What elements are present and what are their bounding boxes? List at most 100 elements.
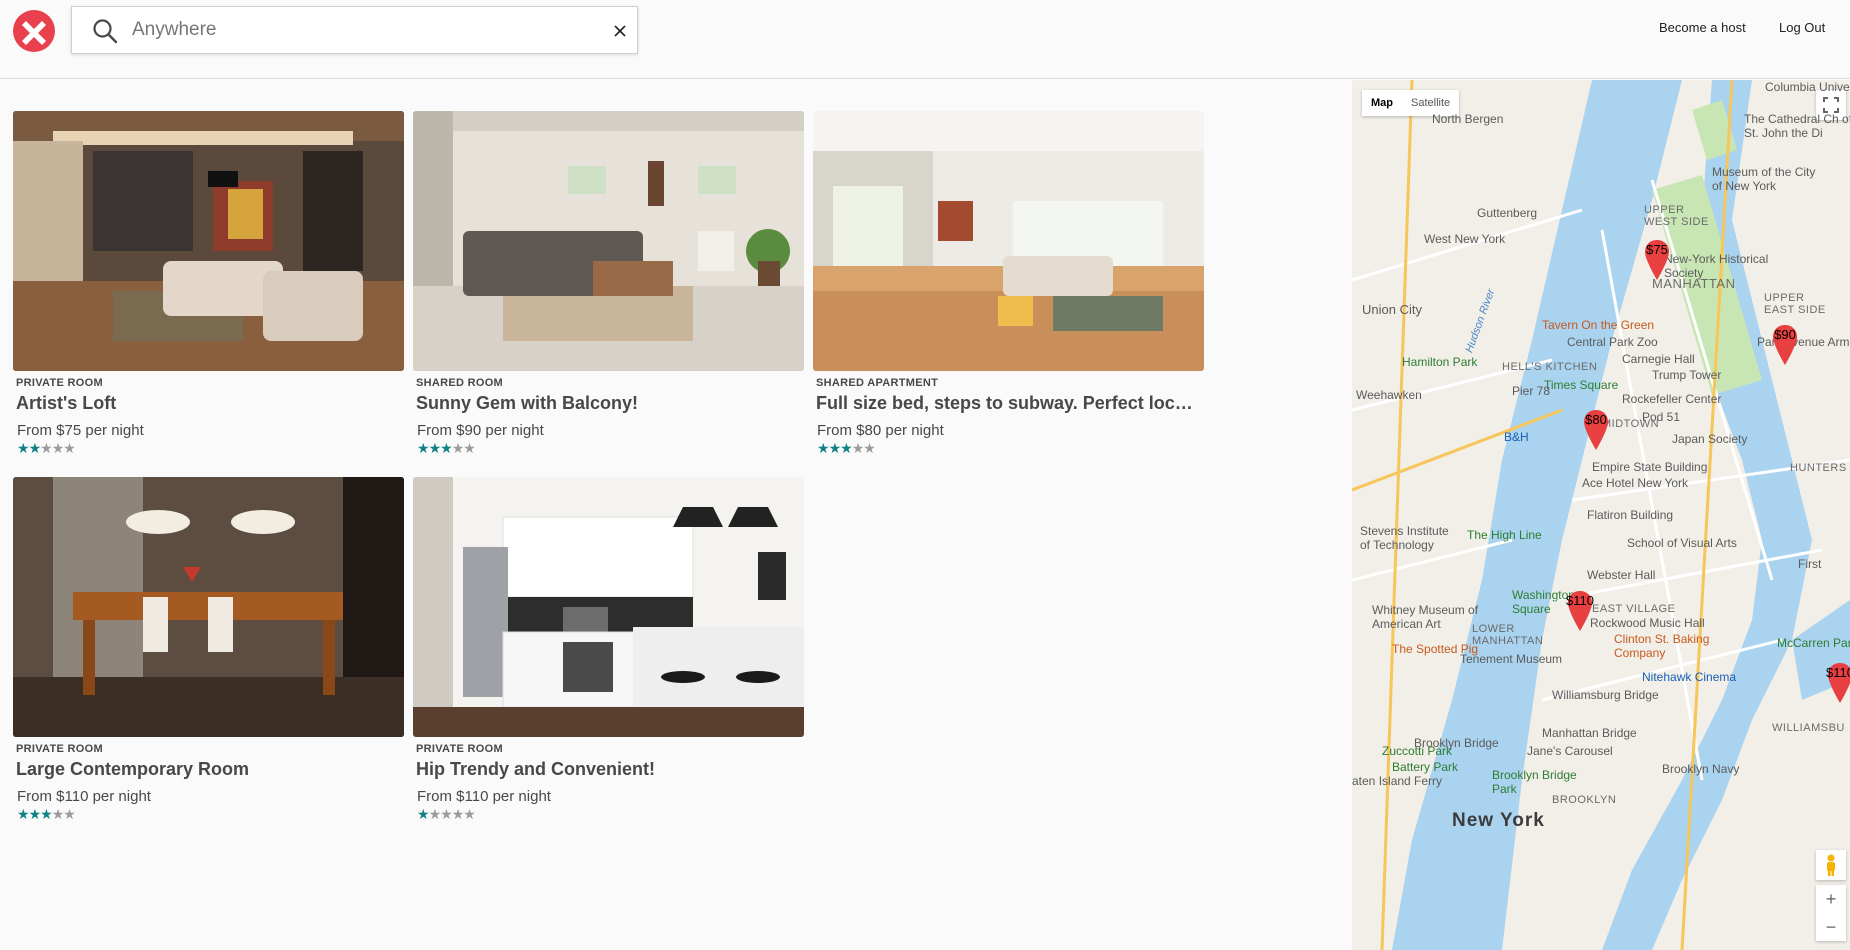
map-label: HELL'S KITCHEN — [1502, 361, 1598, 373]
listing-price: From $110 per night — [417, 788, 551, 805]
map-label: Williamsburg Bridge — [1552, 688, 1659, 702]
listing-price: From $75 per night — [17, 422, 144, 439]
listing-card[interactable]: PRIVATE ROOM Artist's Loft From $75 per … — [13, 111, 404, 471]
listing-photo[interactable] — [413, 477, 804, 737]
clear-search-icon[interactable] — [613, 24, 627, 38]
map-label: Columbia Univers — [1765, 80, 1850, 94]
star-rating: ★★★★★ — [417, 440, 476, 457]
star-empty-icon: ★ — [63, 806, 76, 822]
star-filled-icon: ★ — [417, 440, 430, 456]
become-host-link[interactable]: Become a host — [1659, 20, 1746, 35]
star-filled-icon: ★ — [817, 440, 830, 456]
listing-photo[interactable] — [813, 111, 1204, 371]
star-filled-icon: ★ — [40, 806, 53, 822]
listing-card[interactable]: PRIVATE ROOM Hip Trendy and Convenient! … — [413, 477, 804, 837]
map-label: Jane's Carousel — [1527, 744, 1613, 758]
map-label: Tenement Museum — [1460, 652, 1563, 666]
star-empty-icon: ★ — [463, 440, 476, 456]
map-label: School of Visual Arts — [1627, 536, 1737, 550]
map-label: Central Park Zoo — [1567, 335, 1658, 349]
map-type-map-button[interactable]: Map — [1362, 90, 1402, 116]
listing-title[interactable]: Hip Trendy and Convenient! — [416, 759, 802, 780]
map-label: Guttenberg — [1477, 206, 1538, 220]
star-empty-icon: ★ — [63, 440, 76, 456]
zoom-out-button[interactable]: − — [1816, 913, 1846, 941]
map-panel[interactable]: Map Satellite + − North Bergen Guttenber… — [1352, 80, 1850, 950]
map-label: Brooklyn Bridge — [1414, 736, 1499, 750]
listing-price: From $110 per night — [17, 788, 151, 805]
star-filled-icon: ★ — [417, 806, 430, 822]
listing-price: From $80 per night — [817, 422, 944, 439]
map-label: BROOKLYN — [1552, 794, 1617, 806]
search-bar — [71, 6, 638, 54]
star-filled-icon: ★ — [428, 440, 442, 456]
map-label: Museum of the City of New York — [1712, 165, 1816, 193]
search-icon — [93, 19, 118, 44]
map-label: Pod 51 — [1642, 410, 1681, 424]
star-empty-icon: ★ — [463, 806, 476, 822]
price-marker[interactable]: $80 — [1584, 410, 1608, 450]
map-label: Union City — [1362, 302, 1422, 317]
map-label: aten Island Ferry — [1352, 774, 1443, 788]
listing-title[interactable]: Artist's Loft — [16, 393, 402, 414]
map-label: Ace Hotel New York — [1582, 476, 1689, 490]
map-label: Carnegie Hall — [1622, 352, 1695, 366]
zoom-in-button[interactable]: + — [1816, 885, 1846, 913]
listing-title[interactable]: Large Contemporary Room — [16, 759, 402, 780]
marker-label: $75 — [1646, 242, 1668, 257]
listing-card[interactable]: SHARED APARTMENT Full size bed, steps to… — [813, 111, 1204, 471]
listing-room-type: PRIVATE ROOM — [416, 743, 503, 755]
map-label: New-York Historical Society — [1664, 252, 1769, 280]
map-label: Empire State Building — [1592, 460, 1708, 474]
map-label: Times Square — [1544, 378, 1619, 392]
listing-photo[interactable] — [13, 111, 404, 371]
star-filled-icon: ★ — [28, 440, 42, 456]
map-label: Webster Hall — [1587, 568, 1656, 582]
map-label: Trump Tower — [1652, 368, 1722, 382]
listing-room-type: PRIVATE ROOM — [16, 743, 103, 755]
map-label: North Bergen — [1432, 112, 1504, 126]
listing-title[interactable]: Sunny Gem with Balcony! — [416, 393, 802, 414]
star-empty-icon: ★ — [428, 806, 442, 822]
map-label: UPPER WEST SIDE — [1644, 204, 1709, 228]
x-logo-icon — [22, 21, 46, 45]
star-empty-icon: ★ — [863, 440, 876, 456]
price-marker[interactable]: $110 — [1826, 663, 1850, 703]
marker-label: $90 — [1774, 327, 1796, 342]
map-label: Japan Society — [1672, 432, 1748, 446]
listing-price: From $90 per night — [417, 422, 544, 439]
listing-title[interactable]: Full size bed, steps to subway. Perfect … — [816, 393, 1202, 414]
map-label: B&H — [1504, 430, 1529, 444]
logo-button[interactable] — [13, 10, 55, 52]
star-filled-icon: ★ — [828, 440, 842, 456]
map-label: First — [1798, 557, 1822, 571]
map-label: Manhattan Bridge — [1542, 726, 1637, 740]
map-label: Rockwood Music Hall — [1590, 616, 1705, 630]
listing-room-type: PRIVATE ROOM — [16, 377, 103, 389]
search-input[interactable] — [132, 15, 592, 45]
listing-photo[interactable] — [413, 111, 804, 371]
price-marker[interactable]: $90 — [1773, 325, 1797, 365]
star-rating: ★★★★★ — [817, 440, 876, 457]
map-label: The Cathedral Ch of St. John the Di — [1744, 112, 1850, 140]
logout-link[interactable]: Log Out — [1779, 20, 1825, 35]
star-empty-icon: ★ — [451, 440, 465, 456]
star-empty-icon: ★ — [51, 806, 65, 822]
map-label: LOWER MANHATTAN — [1472, 623, 1544, 647]
star-rating: ★★★★★ — [17, 806, 76, 823]
price-marker[interactable]: $110 — [1566, 591, 1594, 631]
map-label: Stevens Institute of Technology — [1360, 524, 1449, 552]
marker-label: $80 — [1585, 412, 1607, 427]
listing-card[interactable]: SHARED ROOM Sunny Gem with Balcony! From… — [413, 111, 804, 471]
star-rating: ★★★★★ — [17, 440, 76, 457]
price-marker[interactable]: $75 — [1645, 240, 1669, 280]
map-label: Tavern On the Green — [1542, 318, 1655, 332]
map-label: Hamilton Park — [1402, 355, 1478, 369]
map-label: Nitehawk Cinema — [1642, 670, 1737, 684]
street-view-pegman[interactable] — [1816, 850, 1846, 880]
listing-photo[interactable] — [13, 477, 404, 737]
star-filled-icon: ★ — [840, 440, 853, 456]
star-filled-icon: ★ — [17, 440, 30, 456]
listing-room-type: SHARED ROOM — [416, 377, 504, 389]
listing-card[interactable]: PRIVATE ROOM Large Contemporary Room Fro… — [13, 477, 404, 837]
